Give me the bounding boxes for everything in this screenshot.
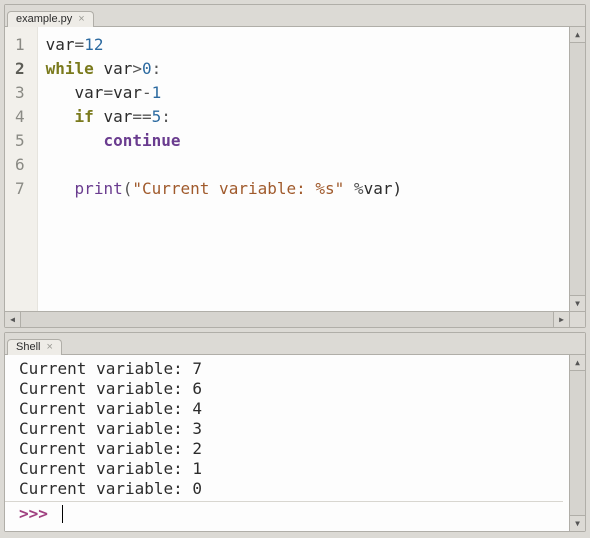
- editor-content: 1234567 var=12while var>0: var=var-1 if …: [5, 27, 585, 311]
- shell-line: Current variable: 0: [19, 479, 563, 499]
- shell-tab-label: Shell: [16, 341, 40, 353]
- line-number: 2: [15, 57, 25, 81]
- code-line: [46, 153, 563, 177]
- scroll-down-icon[interactable]: ▼: [570, 515, 585, 531]
- code-line: print("Current variable: %s" %var): [46, 177, 563, 201]
- line-number: 6: [15, 153, 25, 177]
- shell-prompt-line[interactable]: >>>: [19, 504, 563, 524]
- scroll-up-icon[interactable]: ▲: [570, 27, 585, 43]
- shell-vertical-scrollbar[interactable]: ▲ ▼: [569, 355, 585, 531]
- scroll-corner: [569, 312, 585, 327]
- line-number: 3: [15, 81, 25, 105]
- shell-line: Current variable: 7: [19, 359, 563, 379]
- code-line: while var>0:: [46, 57, 563, 81]
- shell-line: Current variable: 3: [19, 419, 563, 439]
- shell-line: Current variable: 2: [19, 439, 563, 459]
- shell-tab[interactable]: Shell ×: [7, 339, 62, 355]
- editor-horizontal-scrollbar[interactable]: ◀ ▶: [5, 311, 585, 327]
- shell-tabbar: Shell ×: [5, 333, 585, 355]
- editor-tab-label: example.py: [16, 13, 72, 25]
- shell-line: Current variable: 6: [19, 379, 563, 399]
- scroll-left-icon[interactable]: ◀: [5, 312, 21, 327]
- code-line: if var==5:: [46, 105, 563, 129]
- close-icon[interactable]: ×: [78, 14, 84, 25]
- scroll-down-icon[interactable]: ▼: [570, 295, 585, 311]
- text-cursor: [62, 505, 63, 523]
- shell-content: Current variable: 7Current variable: 6Cu…: [5, 355, 585, 531]
- shell-prompt: >>>: [19, 504, 58, 523]
- editor-panel: example.py × 1234567 var=12while var>0: …: [4, 4, 586, 328]
- scroll-up-icon[interactable]: ▲: [570, 355, 585, 371]
- shell-line: Current variable: 4: [19, 399, 563, 419]
- editor-tabbar: example.py ×: [5, 5, 585, 27]
- shell-line: Current variable: 1: [19, 459, 563, 479]
- shell-output[interactable]: Current variable: 7Current variable: 6Cu…: [5, 355, 569, 531]
- code-line: var=var-1: [46, 81, 563, 105]
- editor-tab-example[interactable]: example.py ×: [7, 11, 94, 27]
- line-number: 7: [15, 177, 25, 201]
- shell-panel: Shell × Current variable: 7Current varia…: [4, 332, 586, 532]
- line-number-gutter: 1234567: [5, 27, 38, 311]
- code-area[interactable]: var=12while var>0: var=var-1 if var==5: …: [38, 27, 569, 311]
- code-line: continue: [46, 129, 563, 153]
- code-line: var=12: [46, 33, 563, 57]
- line-number: 5: [15, 129, 25, 153]
- line-number: 4: [15, 105, 25, 129]
- editor-vertical-scrollbar[interactable]: ▲ ▼: [569, 27, 585, 311]
- line-number: 1: [15, 33, 25, 57]
- close-icon[interactable]: ×: [46, 342, 52, 353]
- scroll-right-icon[interactable]: ▶: [553, 312, 569, 327]
- shell-divider: [5, 501, 563, 502]
